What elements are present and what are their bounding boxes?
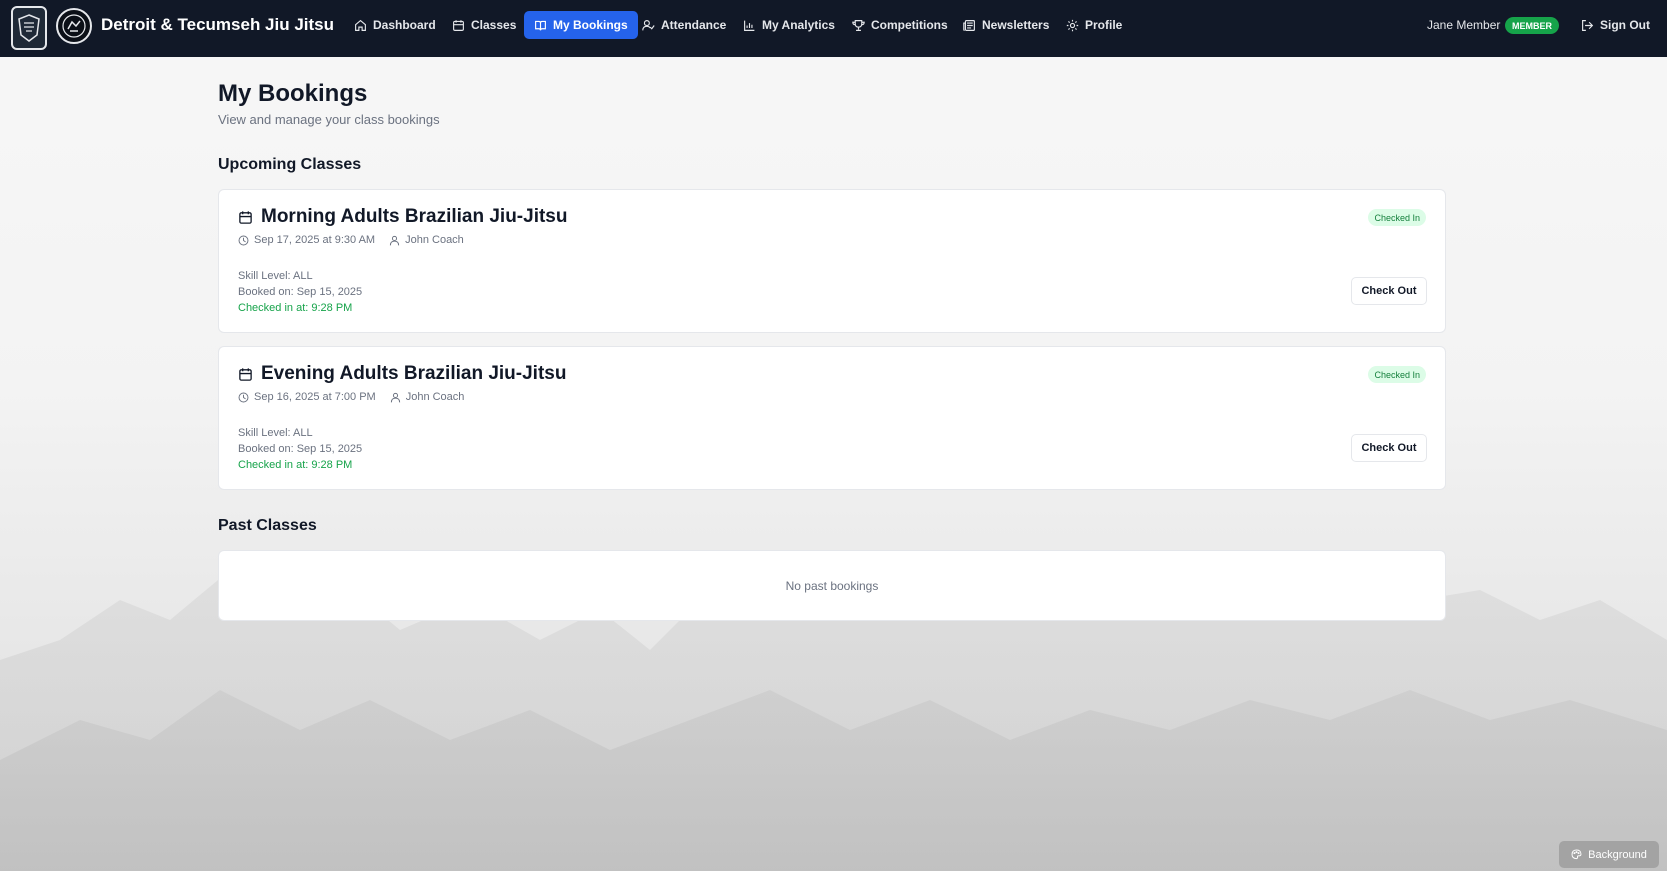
- calendar-icon: [453, 19, 464, 31]
- booking-coach: John Coach: [389, 234, 464, 246]
- nav-label: My Bookings: [553, 18, 628, 32]
- secondary-logo-icon[interactable]: [56, 8, 92, 44]
- skill-level: Skill Level: ALL: [238, 427, 313, 439]
- page-subtitle: View and manage your class bookings: [218, 112, 440, 127]
- booking-card: Evening Adults Brazilian Jiu-Jitsu Sep 1…: [218, 346, 1446, 490]
- booking-details: Skill Level: ALL Booked on: Sep 15, 2025…: [238, 425, 362, 473]
- checked-in-at: Checked in at: 9:28 PM: [238, 302, 353, 314]
- nav-profile[interactable]: Profile: [1056, 11, 1132, 39]
- booking-coach: John Coach: [390, 391, 465, 403]
- home-icon: [355, 19, 366, 31]
- nav-label: Classes: [471, 18, 517, 32]
- nav-label: Profile: [1085, 18, 1123, 32]
- background-button[interactable]: Background: [1559, 841, 1659, 868]
- empty-state-text: No past bookings: [785, 579, 879, 593]
- check-out-button[interactable]: Check Out: [1351, 277, 1427, 305]
- top-navbar: Detroit & Tecumseh Jiu Jitsu Dashboard C…: [0, 0, 1667, 57]
- nav-label: My Analytics: [762, 18, 835, 32]
- booked-on: Booked on: Sep 15, 2025: [238, 443, 363, 455]
- booked-on: Booked on: Sep 15, 2025: [238, 286, 363, 298]
- brand-title[interactable]: Detroit & Tecumseh Jiu Jitsu: [101, 15, 334, 35]
- status-badge: Checked In: [1368, 366, 1426, 383]
- user-icon: [389, 235, 400, 245]
- nav-label: Attendance: [661, 18, 727, 32]
- gear-icon: [1066, 19, 1079, 31]
- past-classes-card: No past bookings: [218, 550, 1446, 621]
- past-heading: Past Classes: [218, 517, 317, 534]
- nav-my-bookings[interactable]: My Bookings: [524, 11, 638, 39]
- sign-out-icon: [1582, 19, 1594, 31]
- booking-card: Morning Adults Brazilian Jiu-Jitsu Sep 1…: [218, 189, 1446, 333]
- newspaper-icon: [963, 19, 975, 31]
- booking-datetime: Sep 17, 2025 at 9:30 AM: [254, 234, 376, 246]
- status-badge: Checked In: [1368, 209, 1426, 226]
- bar-chart-icon: [744, 20, 755, 31]
- book-icon: [535, 20, 546, 30]
- booking-title: Evening Adults Brazilian Jiu-Jitsu: [238, 363, 566, 385]
- booking-details: Skill Level: ALL Booked on: Sep 15, 2025…: [238, 268, 362, 316]
- booking-meta: Sep 16, 2025 at 7:00 PM John Coach: [238, 391, 464, 403]
- booking-title-text: Evening Adults Brazilian Jiu-Jitsu: [261, 363, 567, 384]
- booking-title: Morning Adults Brazilian Jiu-Jitsu: [238, 206, 567, 228]
- nav-dashboard[interactable]: Dashboard: [344, 11, 446, 39]
- trophy-icon: [852, 19, 865, 31]
- user-icon: [390, 392, 400, 402]
- background-button-label: Background: [1588, 848, 1647, 861]
- booking-coach-name: John Coach: [405, 234, 464, 246]
- nav-competitions[interactable]: Competitions: [842, 11, 958, 39]
- checked-in-at: Checked in at: 9:28 PM: [238, 459, 353, 471]
- nav-label: Dashboard: [373, 18, 436, 32]
- main-content: My Bookings View and manage your class b…: [218, 80, 1446, 621]
- current-user-name: Jane Member: [1427, 18, 1501, 32]
- role-badge: MEMBER: [1505, 17, 1559, 34]
- calendar-icon: [239, 210, 252, 224]
- clock-icon: [238, 392, 249, 402]
- clock-icon: [238, 235, 249, 245]
- nav-classes[interactable]: Classes: [442, 11, 526, 39]
- nav-attendance[interactable]: Attendance: [632, 11, 736, 39]
- nav-label: Competitions: [871, 18, 948, 32]
- nav-label: Newsletters: [982, 18, 1050, 32]
- booking-title-text: Morning Adults Brazilian Jiu-Jitsu: [261, 206, 568, 227]
- booking-datetime: Sep 16, 2025 at 7:00 PM: [254, 391, 376, 403]
- nav-newsletters[interactable]: Newsletters: [953, 11, 1059, 39]
- booking-coach-name: John Coach: [405, 391, 465, 403]
- skill-level: Skill Level: ALL: [238, 270, 313, 282]
- upcoming-heading: Upcoming Classes: [218, 156, 362, 173]
- sign-out-button[interactable]: Sign Out: [1571, 11, 1660, 39]
- user-check-icon: [642, 19, 655, 30]
- page-title: My Bookings: [218, 80, 368, 107]
- nav-my-analytics[interactable]: My Analytics: [733, 11, 845, 39]
- booking-meta: Sep 17, 2025 at 9:30 AM John Coach: [238, 234, 464, 246]
- check-out-button[interactable]: Check Out: [1351, 434, 1427, 462]
- calendar-icon: [239, 367, 252, 381]
- palette-icon: [1571, 849, 1582, 860]
- sign-out-label: Sign Out: [1600, 18, 1650, 32]
- club-logo-icon[interactable]: [11, 6, 47, 50]
